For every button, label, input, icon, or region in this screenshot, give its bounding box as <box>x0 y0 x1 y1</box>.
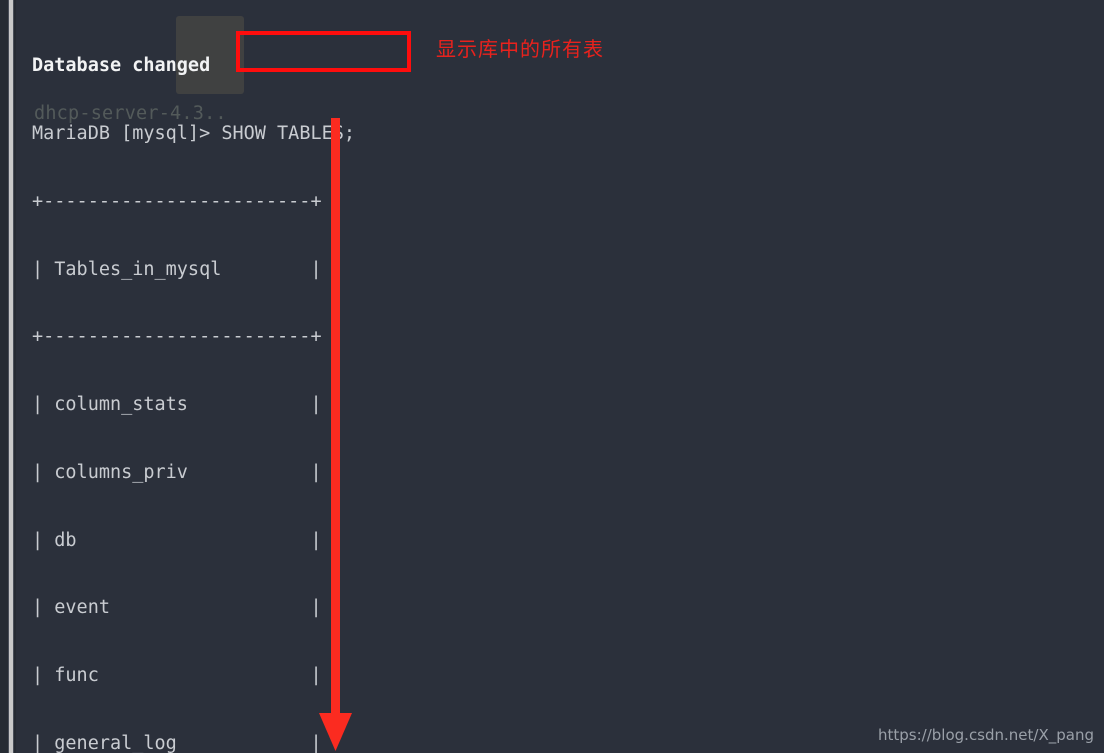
window-left-rail <box>8 0 14 753</box>
table-row: | column_stats | <box>32 394 322 416</box>
table-column-header: | Tables_in_mysql | <box>32 258 322 280</box>
terminal-surface[interactable]: dhcp-server-4.3.. Database changed Maria… <box>16 0 1104 753</box>
table-row: | db | <box>32 529 322 551</box>
table-row: | columns_priv | <box>32 461 322 483</box>
typed-command: SHOW TABLES; <box>221 122 356 144</box>
console-output: Database changed MariaDB [mysql]> SHOW T… <box>16 0 1104 753</box>
table-row: | func | <box>32 665 322 687</box>
shell-prompt: MariaDB [mysql]> <box>32 122 222 144</box>
table-border-mid: +------------------------+ <box>32 326 322 348</box>
annotation-note-text: 显示库中的所有表 <box>436 37 604 61</box>
csdn-watermark: https://blog.csdn.net/X_pang <box>878 726 1094 744</box>
table-border-top: +------------------------+ <box>32 190 322 212</box>
table-row: | event | <box>32 597 322 619</box>
terminal-window: dhcp-server-4.3.. Database changed Maria… <box>0 0 1104 753</box>
prompt-line: MariaDB [mysql]> SHOW TABLES; <box>32 123 1104 146</box>
